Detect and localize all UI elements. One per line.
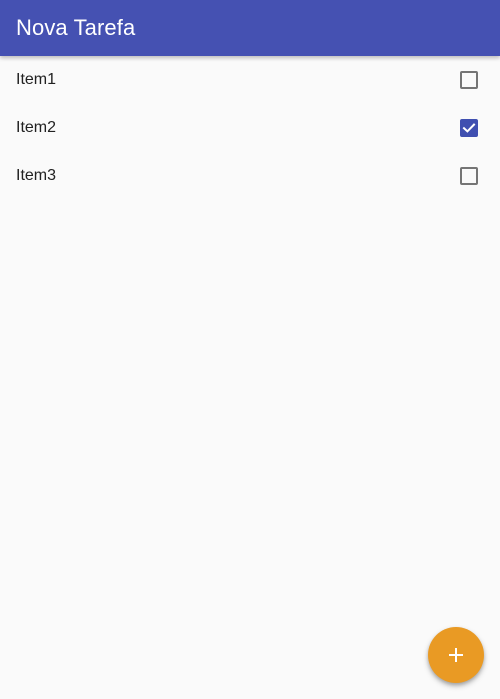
- task-label: Item3: [16, 167, 57, 184]
- task-label: Item1: [16, 71, 57, 88]
- app-screen: Nova Tarefa Item1 Item2 Item3: [0, 0, 500, 699]
- list-item[interactable]: Item2: [0, 104, 500, 152]
- app-bar: Nova Tarefa: [0, 0, 500, 56]
- plus-icon: [449, 648, 463, 662]
- page-title: Nova Tarefa: [16, 15, 136, 40]
- check-icon: [462, 123, 476, 133]
- list-item[interactable]: Item1: [0, 56, 500, 104]
- add-task-button[interactable]: [428, 627, 484, 683]
- list-item[interactable]: Item3: [0, 152, 500, 200]
- task-list: Item1 Item2 Item3: [0, 56, 500, 200]
- task-checkbox[interactable]: [460, 119, 478, 137]
- task-label: Item2: [16, 119, 57, 136]
- task-checkbox[interactable]: [460, 71, 478, 89]
- task-checkbox[interactable]: [460, 167, 478, 185]
